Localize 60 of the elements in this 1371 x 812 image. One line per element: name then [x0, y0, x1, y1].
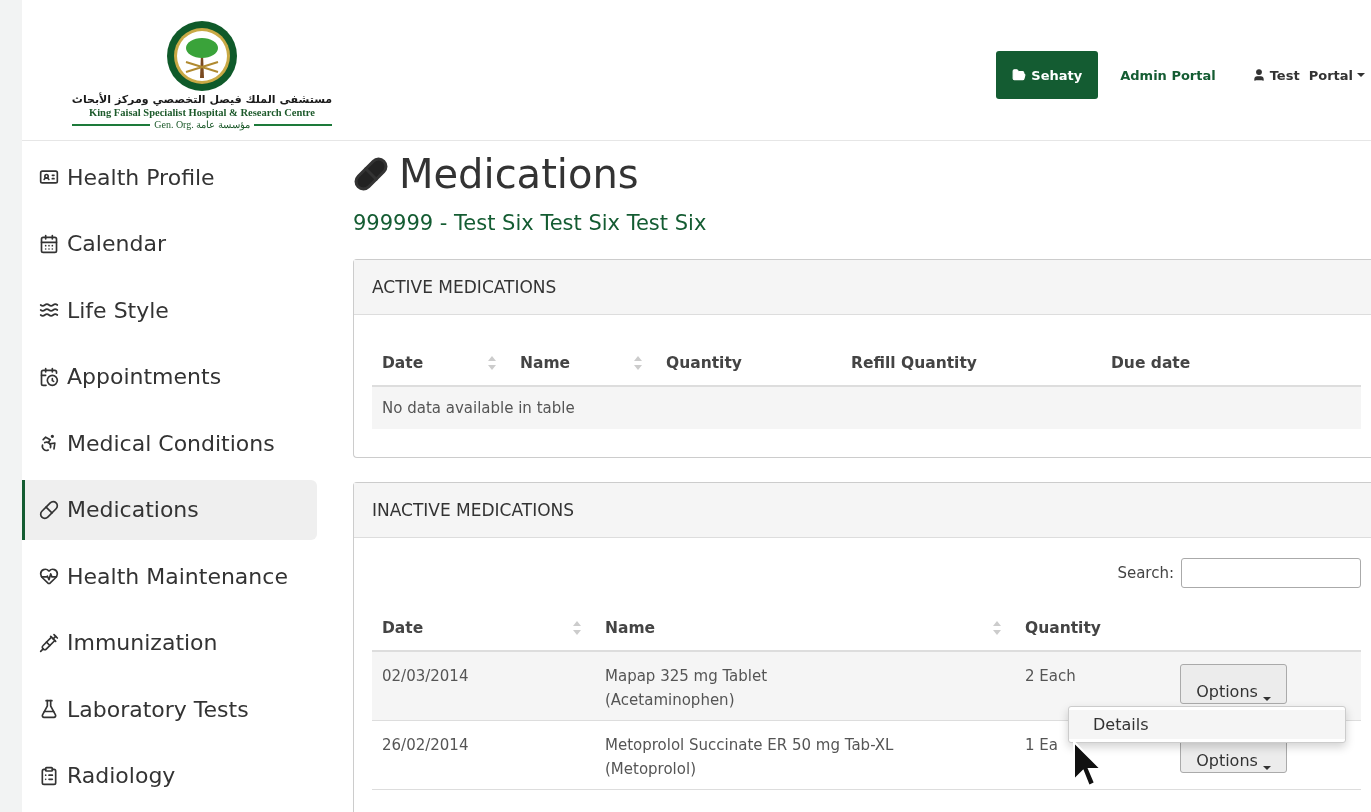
sidebar-item[interactable]: Medical Conditions: [22, 413, 317, 473]
sort-icon: [993, 621, 1001, 635]
sidebar-item[interactable]: Calendar: [22, 213, 317, 274]
sidebar-item[interactable]: Immunization: [22, 612, 317, 673]
sort-icon: [634, 356, 642, 370]
pill-icon: [39, 499, 59, 520]
pill-icon: [353, 156, 389, 192]
column-header[interactable]: Due date: [1101, 354, 1361, 372]
column-header[interactable]: Quantity: [1015, 619, 1180, 637]
sort-icon: [488, 356, 496, 370]
user-menu[interactable]: Test Portal: [1251, 67, 1365, 83]
column-header[interactable]: Date: [372, 354, 510, 372]
hospital-name-arabic: مستشفى الملك فيصل التخصصي ومركز الأبحاث: [71, 93, 333, 106]
clipboard-icon: [39, 765, 59, 786]
column-header[interactable]: Refill Quantity: [841, 354, 1101, 372]
panel-heading: ACTIVE MEDICATIONS: [354, 260, 1371, 315]
options-button[interactable]: Options: [1180, 664, 1287, 704]
panel-heading: INACTIVE MEDICATIONS: [354, 483, 1371, 538]
empty-message: No data available in table: [372, 387, 1361, 429]
sidebar-item[interactable]: Health Maintenance: [22, 546, 317, 606]
search-field[interactable]: [1181, 558, 1361, 588]
hospital-name: King Faisal Specialist Hospital & Research Centre: [89, 107, 315, 118]
medication-cell-text: Metoprolol Succinate ER 50 mg Tab-XL (Metoprolol): [604, 735, 895, 780]
caret-icon: [1357, 73, 1365, 77]
sidebar-item[interactable]: Health Profile: [22, 147, 317, 207]
quantity-cell: 2 Each: [1025, 667, 1076, 685]
hospital-emblem-icon: [166, 20, 238, 92]
flask-icon: [39, 699, 59, 719]
column-header[interactable]: Name: [595, 619, 1015, 637]
syringe-icon: [39, 632, 59, 653]
patient-name: 999999 - Test Six Test Six Test Six: [353, 211, 708, 235]
sidebar-item[interactable]: Life Style: [22, 280, 317, 340]
user-icon: [1251, 68, 1266, 82]
folder-icon: [1012, 68, 1027, 82]
column-header[interactable]: Quantity: [656, 354, 841, 372]
date-cell-text: 26/02/2014: [381, 735, 470, 756]
organization-label: Gen. Org. مؤسسة عامة: [154, 119, 250, 130]
medication-cell-text: Mapap 325 mg Tablet (Acetaminophen): [604, 666, 769, 711]
heart-icon: [39, 566, 59, 586]
column-header[interactable]: Date: [372, 619, 595, 637]
sehaty-button[interactable]: Sehaty: [996, 51, 1099, 99]
sidebar-item[interactable]: Radiology: [22, 745, 317, 806]
caret-icon: [1262, 766, 1271, 770]
search-label: Search:: [1117, 564, 1174, 582]
wheelchair-icon: [39, 433, 59, 453]
calendar-icon: [39, 233, 59, 254]
id-card-icon: [39, 167, 59, 187]
page-title: Medications: [353, 151, 1371, 197]
date-cell-text: 02/03/2014: [381, 666, 470, 687]
waves-icon: [39, 300, 59, 320]
menu-item[interactable]: Details: [1069, 710, 1345, 739]
sidebar-item[interactable]: Medications: [22, 479, 317, 540]
calendar-clock-icon: [39, 366, 59, 387]
sidebar-item[interactable]: Laboratory Tests: [22, 679, 317, 739]
sort-icon: [573, 621, 581, 635]
column-header[interactable]: Name: [510, 354, 656, 372]
caret-icon: [1262, 697, 1271, 701]
quantity-cell: 1 Ea: [1025, 736, 1058, 754]
sidebar-item[interactable]: Appointments: [22, 346, 317, 407]
admin-portal-link[interactable]: Admin Portal: [1120, 67, 1216, 83]
